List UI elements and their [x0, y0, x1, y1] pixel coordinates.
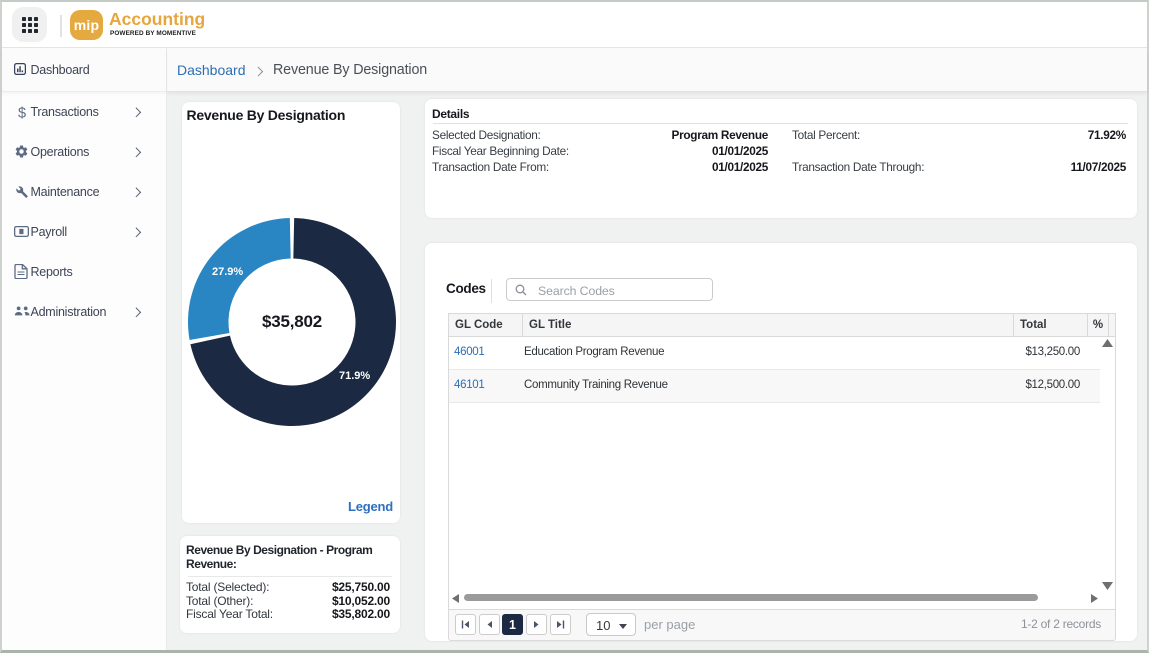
svg-text:$: $ — [18, 106, 26, 121]
